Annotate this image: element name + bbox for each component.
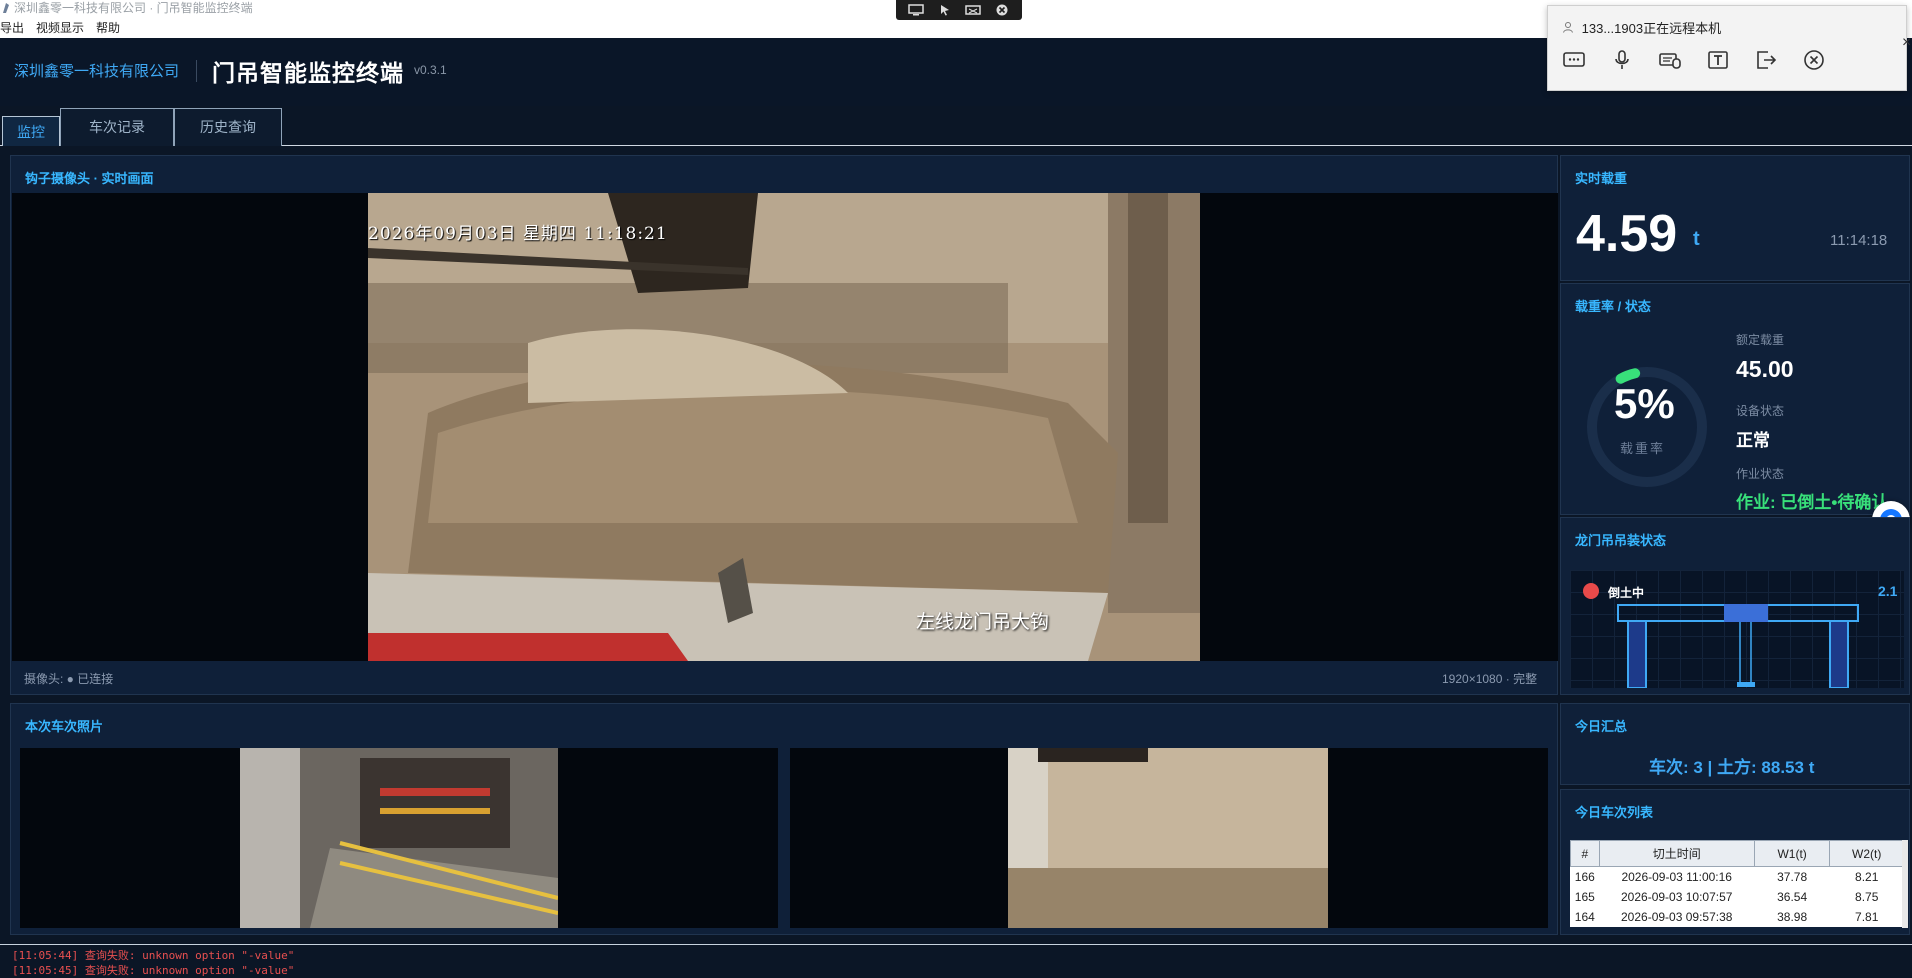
device-status-value: 正常 <box>1736 431 1770 450</box>
cell-index: 165 <box>1574 889 1595 904</box>
cell-w2: 8.75 <box>1855 889 1879 904</box>
live-video-image <box>368 193 1200 661</box>
weight-panel-title: 实时载重 <box>1575 171 1628 186</box>
video-camera-label: 左线龙门吊大钩 <box>916 612 1050 633</box>
cell-cut-time: 2026-09-03 09:57:38 <box>1621 909 1733 924</box>
today-summary-text: 车次: 3 | 土方: 88.53 t <box>1649 758 1815 777</box>
cell-w1: 36.54 <box>1777 889 1808 904</box>
remote-popup-close-icon[interactable]: × <box>1902 34 1911 52</box>
gantry-value: 2.1 <box>1878 583 1898 599</box>
load-rate-percent: 5% <box>1614 380 1675 427</box>
keyboard-mouse-icon[interactable] <box>1658 48 1682 72</box>
work-status-label: 作业状态 <box>1736 467 1785 481</box>
close-icon[interactable] <box>1802 48 1826 72</box>
photos-panel-title: 本次车次照片 <box>25 719 104 734</box>
device-status-label: 设备状态 <box>1736 404 1785 418</box>
menu-help[interactable]: 帮助 <box>96 18 120 38</box>
cell-w1: 38.98 <box>1777 909 1808 924</box>
cell-w1: 37.78 <box>1777 869 1808 884</box>
col-header-cut-time[interactable]: 切土时间 <box>1598 840 1755 867</box>
rated-load-label: 额定载重 <box>1736 333 1785 347</box>
remote-control-popup: 133...1903正在远程本机 <box>1547 5 1907 91</box>
exit-icon[interactable] <box>1754 48 1778 72</box>
weight-unit: t <box>1693 228 1700 250</box>
app-icon <box>3 3 9 13</box>
header-divider <box>196 60 197 82</box>
camera-panel-title: 钩子摄像头 · 实时画面 <box>25 171 154 186</box>
gantry-status-text: 倒土中 <box>1608 586 1645 600</box>
table-row[interactable]: 165 2026-09-03 10:07:57 36.54 8.75 <box>1571 887 1904 907</box>
camera-resolution: 1920×1080 · 完整 <box>1442 672 1538 686</box>
window-title: 深圳鑫零一科技有限公司 · 门吊智能监控终端 <box>14 1 253 15</box>
app-title: 门吊智能监控终端 <box>212 60 404 86</box>
weight-time: 11:14:18 <box>1830 232 1888 249</box>
company-name: 深圳鑫零一科技有限公司 <box>14 63 180 80</box>
cell-cut-time: 2026-09-03 11:00:16 <box>1621 869 1732 884</box>
camera-status: 摄像头: ● 已连接 <box>24 672 114 686</box>
tab-history-query[interactable]: 历史查询 <box>174 108 282 146</box>
col-header-index[interactable]: # <box>1570 840 1600 867</box>
table-row[interactable]: 166 2026-09-03 11:00:16 37.78 8.21 <box>1571 867 1904 887</box>
gantry-panel-title: 龙门吊吊装状态 <box>1575 533 1667 548</box>
menu-video-display[interactable]: 视频显示 <box>36 18 84 38</box>
trips-table: # 切土时间 W1(t) W2(t) 166 2026-09-03 11:00:… <box>1570 840 1904 927</box>
microphone-icon[interactable] <box>1610 48 1634 72</box>
cell-index: 166 <box>1574 869 1595 884</box>
trip-photo-2-image <box>1008 748 1328 928</box>
gantry-status-dot <box>1583 583 1599 599</box>
cell-cut-time: 2026-09-03 10:07:57 <box>1621 889 1733 904</box>
live-video-frame: 2026年09月03日 星期四 11:18:21 左线龙门吊大钩 <box>368 193 1200 661</box>
close-icon[interactable] <box>994 4 1010 16</box>
col-header-w2[interactable]: W2(t) <box>1829 840 1904 867</box>
remote-session-toolbar <box>896 0 1022 20</box>
cell-w2: 8.21 <box>1855 869 1879 884</box>
cell-index: 164 <box>1574 909 1595 924</box>
trips-panel-title: 今日车次列表 <box>1575 805 1654 820</box>
trips-table-scrollbar[interactable] <box>1902 840 1908 928</box>
chat-icon[interactable] <box>1562 48 1586 72</box>
video-timestamp: 2026年09月03日 星期四 11:18:21 <box>368 224 668 244</box>
log-line: [11:05:44] 查询失败: unknown option "-value" <box>12 949 295 962</box>
load-rate-label: 载重率 <box>1620 441 1666 456</box>
load-panel-title: 载重率 / 状态 <box>1575 299 1651 314</box>
table-row[interactable]: 164 2026-09-03 09:57:38 38.98 7.81 <box>1571 907 1904 927</box>
work-status-value: 作业: 已倒土•待确认 <box>1736 493 1889 512</box>
text-icon[interactable] <box>1706 48 1730 72</box>
user-icon <box>1563 22 1573 33</box>
monitor-icon[interactable] <box>908 4 924 16</box>
tab-trip-records[interactable]: 车次记录 <box>60 108 174 146</box>
app-version: v0.3.1 <box>414 63 447 77</box>
main-tabs: 监控 车次记录 历史查询 <box>0 106 1912 146</box>
trip-photo-1-image <box>240 748 558 928</box>
keyboard-icon[interactable] <box>965 4 981 16</box>
col-header-w1[interactable]: W1(t) <box>1753 840 1831 867</box>
rated-load-value: 45.00 <box>1736 356 1794 382</box>
pointer-icon[interactable] <box>937 4 953 16</box>
log-panel: [11:05:44] 查询失败: unknown option "-value"… <box>0 944 1912 977</box>
trip-photo-1[interactable] <box>240 748 558 928</box>
tab-monitor[interactable]: 监控 <box>2 116 60 146</box>
summary-panel-title: 今日汇总 <box>1575 719 1628 734</box>
trip-photo-2[interactable] <box>1008 748 1328 928</box>
remote-status-line: 133...1903正在远程本机 <box>1562 18 1721 37</box>
weight-value: 4.59 <box>1576 205 1678 263</box>
menu-export[interactable]: 导出 <box>0 18 24 38</box>
cell-w2: 7.81 <box>1855 909 1879 924</box>
remote-status-text: 133...1903正在远程本机 <box>1581 21 1722 36</box>
